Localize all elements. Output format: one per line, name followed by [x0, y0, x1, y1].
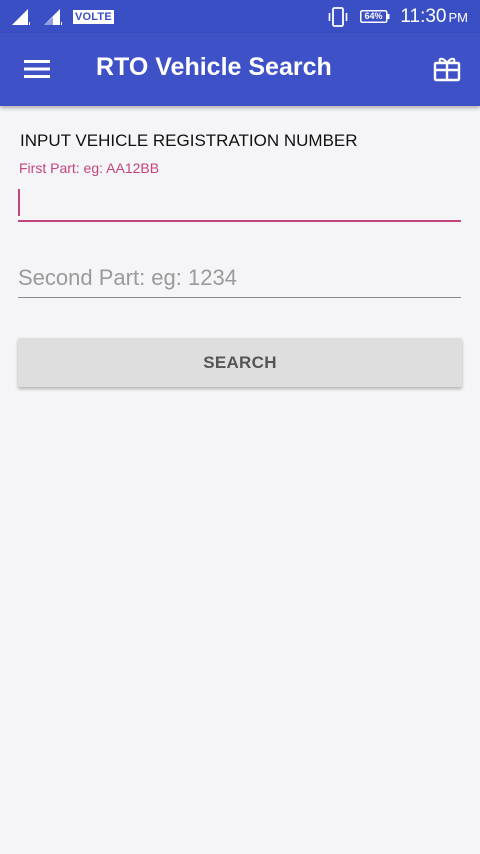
first-part-label: First Part: eg: AA12BB: [19, 160, 160, 176]
second-part-input[interactable]: [18, 258, 461, 298]
status-clock: 11:30 PM: [400, 6, 468, 28]
app-title: RTO Vehicle Search: [96, 53, 332, 81]
menu-button[interactable]: [14, 46, 60, 92]
signal-icon: [12, 9, 30, 25]
vibrate-icon: [328, 7, 348, 27]
clock-time: 11:30: [400, 6, 447, 27]
first-part-input[interactable]: [18, 180, 461, 222]
gift-button[interactable]: [424, 46, 470, 92]
gift-icon: [433, 57, 461, 82]
clock-ampm: PM: [448, 10, 469, 25]
status-bar: VOLTE 64% 11:30 PM: [0, 0, 480, 33]
app-bar: RTO Vehicle Search: [0, 33, 480, 106]
signal-icon: [44, 9, 62, 25]
hamburger-menu-icon: [24, 60, 50, 78]
form-heading: INPUT VEHICLE REGISTRATION NUMBER: [20, 131, 358, 150]
text-cursor: [18, 189, 20, 216]
battery-level: 64%: [364, 11, 383, 21]
search-button[interactable]: SEARCH: [18, 338, 462, 387]
volte-badge: VOLTE: [73, 10, 114, 24]
battery-icon: 64%: [360, 10, 390, 23]
